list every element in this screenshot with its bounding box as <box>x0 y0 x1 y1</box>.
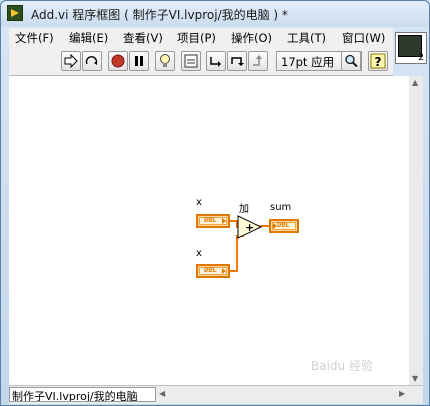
indicator-sum-label: sum <box>270 202 292 213</box>
scroll-up-icon[interactable]: ▲ <box>412 78 418 87</box>
scroll-down-icon[interactable]: ▼ <box>412 374 418 383</box>
menu-project[interactable]: 项目(P) <box>177 30 216 46</box>
step-out-button[interactable] <box>248 51 268 71</box>
indicator-sum-terminal[interactable]: DBL <box>269 219 299 233</box>
pause-button[interactable] <box>129 51 149 71</box>
output-arrow-icon <box>222 268 226 274</box>
control-x-label-2: x <box>196 248 202 259</box>
retain-wire-values-icon <box>184 54 198 68</box>
scroll-left-icon[interactable]: ◀ <box>159 389 165 398</box>
search-icon <box>345 54 358 68</box>
control-x-terminal-2[interactable]: DBL <box>196 264 230 278</box>
vertical-scrollbar[interactable]: ▲ ▼ <box>409 76 423 385</box>
bottom-bar: 制作子VI.lvproj/我的电脑 ◀ ▶ <box>9 385 423 404</box>
menu-edit[interactable]: 编辑(E) <box>69 30 108 46</box>
abort-icon <box>111 54 125 68</box>
vi-connector-icon[interactable]: 2 <box>395 32 427 64</box>
search-button[interactable] <box>341 51 361 71</box>
labview-app-icon <box>7 5 23 21</box>
help-icon: ? <box>370 53 386 69</box>
menu-file[interactable]: 文件(F) <box>15 30 54 46</box>
add-node-label: 加 <box>239 204 249 215</box>
font-size-label: 17pt 应用 <box>281 55 335 69</box>
toolbar: 17pt 应用 ◂▸ ? <box>9 48 393 76</box>
output-arrow-icon <box>222 218 226 224</box>
step-over-icon <box>231 57 244 66</box>
menu-view[interactable]: 查看(V) <box>123 30 163 46</box>
highlight-execution-button[interactable] <box>155 51 175 71</box>
context-help-button[interactable]: ? <box>368 51 388 71</box>
menu-tools[interactable]: 工具(T) <box>287 30 326 46</box>
menu-operate[interactable]: 操作(O) <box>231 30 272 46</box>
vi-icon-number: 2 <box>418 53 424 63</box>
run-continuous-icon <box>85 56 98 65</box>
watermark: Baidu 经验 <box>311 359 373 373</box>
run-arrow-icon <box>64 53 78 69</box>
menu-bar: 文件(F) 编辑(E) 查看(V) 项目(P) 操作(O) 工具(T) 窗口(W… <box>9 28 393 48</box>
step-over-button[interactable] <box>227 51 247 71</box>
menu-window[interactable]: 窗口(W) <box>342 30 385 46</box>
retain-wire-values-button[interactable] <box>181 51 201 71</box>
wire-x2-v[interactable] <box>236 235 238 272</box>
step-into-button[interactable] <box>206 51 226 71</box>
step-into-icon <box>210 57 221 67</box>
scroll-right-icon[interactable]: ▶ <box>399 389 405 398</box>
control-x-type-2: DBL <box>204 266 217 274</box>
indicator-sum-type: DBL <box>277 221 290 229</box>
add-symbol: + <box>245 221 254 234</box>
add-function-node[interactable]: + <box>237 215 263 239</box>
control-x-label-1: x <box>196 197 202 208</box>
abort-button[interactable] <box>108 51 128 71</box>
control-x-terminal-1[interactable]: DBL <box>196 214 230 228</box>
pause-icon <box>135 56 143 66</box>
title-bar[interactable]: Add.vi 程序框图 ( 制作子VI.lvproj/我的电脑 ) * <box>1 1 429 27</box>
run-continuously-button[interactable] <box>82 51 102 71</box>
run-button[interactable] <box>61 51 81 71</box>
labview-block-diagram-window: Add.vi 程序框图 ( 制作子VI.lvproj/我的电脑 ) * 文件(F… <box>0 0 430 406</box>
step-out-icon <box>253 55 262 66</box>
block-diagram-canvas[interactable]: x DBL x DBL 加 + sum DBL Baidu 经验 <box>9 76 409 385</box>
highlight-execution-icon <box>160 54 170 67</box>
project-context-label: 制作子VI.lvproj/我的电脑 <box>9 387 156 402</box>
window-title: Add.vi 程序框图 ( 制作子VI.lvproj/我的电脑 ) * <box>31 8 288 22</box>
svg-text:?: ? <box>375 55 382 69</box>
control-x-type-1: DBL <box>204 216 217 224</box>
